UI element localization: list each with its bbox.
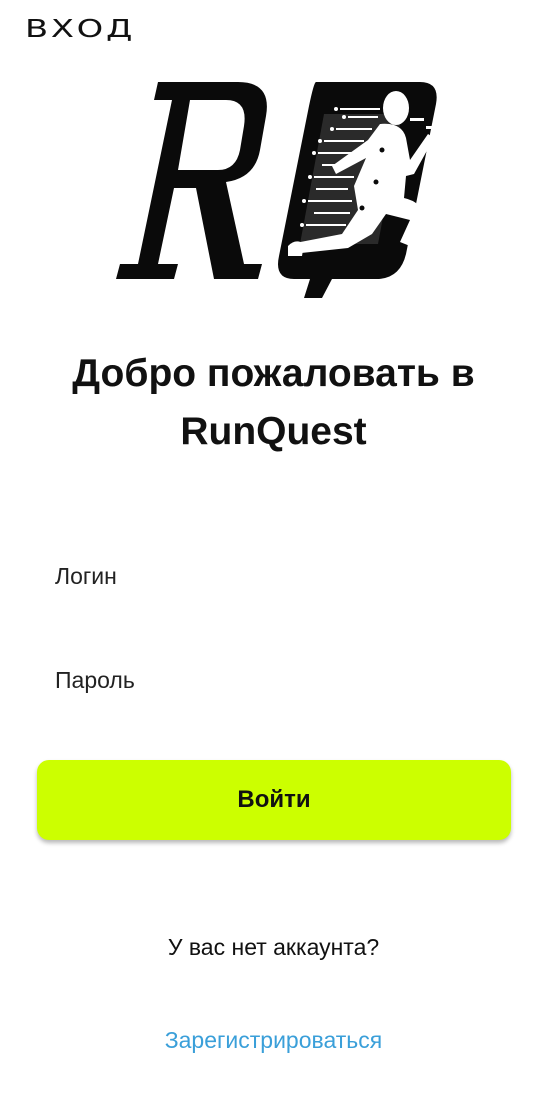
password-field-container [55, 652, 495, 708]
screen-title: ВХОД [25, 14, 136, 43]
welcome-heading: Добро пожаловать в RunQuest [20, 345, 527, 461]
password-input[interactable] [55, 652, 495, 708]
logo-letter-r [116, 82, 267, 279]
no-account-text: У вас нет аккаунта? [167, 934, 380, 960]
login-field-container [55, 548, 495, 604]
register-link[interactable]: Зарегистрироваться [0, 1027, 547, 1054]
login-button[interactable]: Войти [37, 760, 511, 840]
runner-logo-icon [116, 82, 437, 298]
welcome-line-1: Добро пожаловать в [72, 352, 475, 395]
welcome-line-2: RunQuest [180, 410, 367, 453]
login-input[interactable] [55, 548, 495, 604]
